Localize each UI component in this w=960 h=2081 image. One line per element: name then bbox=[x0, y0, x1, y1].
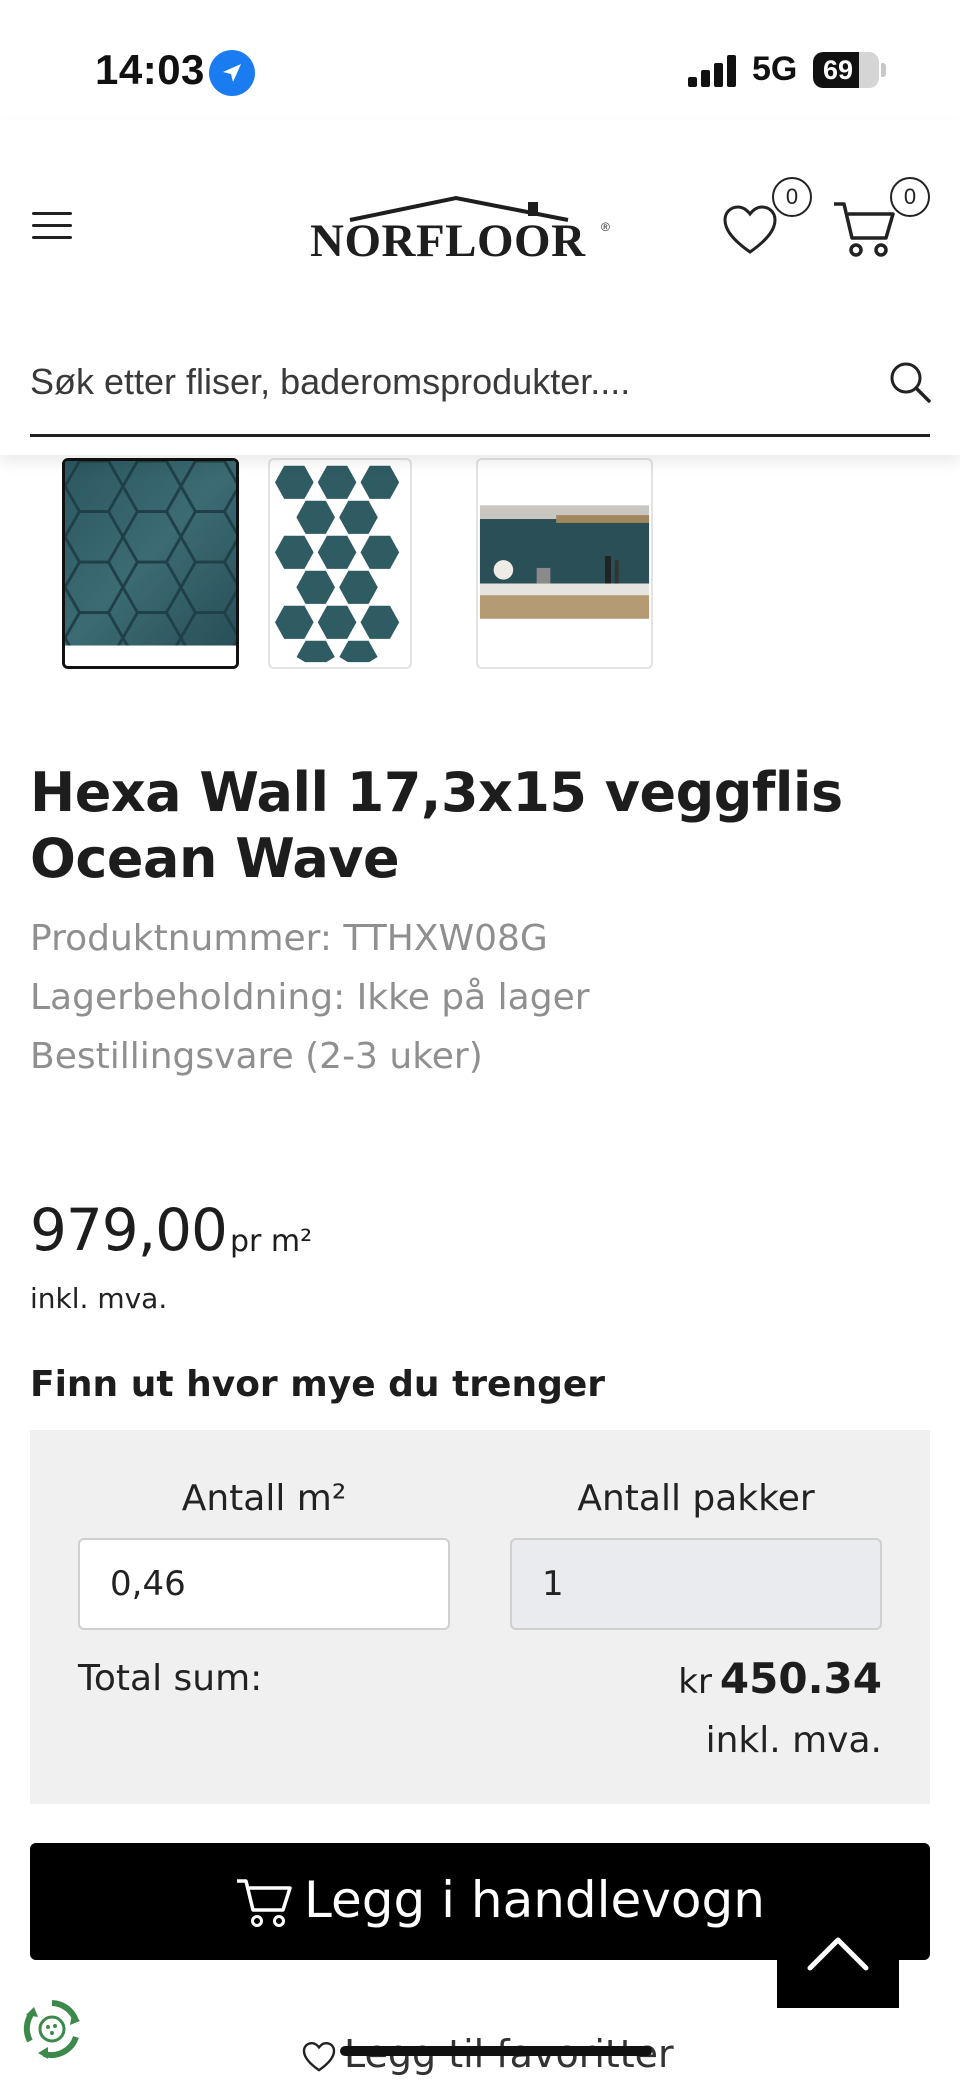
home-indicator bbox=[340, 2046, 652, 2056]
status-time: 14:03 bbox=[95, 46, 205, 93]
stock-status: Lagerbeholdning: Ikke på lager bbox=[30, 977, 590, 1018]
battery-percent: 69 bbox=[822, 55, 854, 85]
packages-label: Antall pakker bbox=[577, 1478, 815, 1519]
total-vat-note: inkl. mva. bbox=[705, 1720, 882, 1761]
hexagon-tile-sheet-image bbox=[272, 463, 402, 665]
area-input[interactable] bbox=[78, 1538, 450, 1630]
location-arrow-icon bbox=[209, 50, 255, 96]
status-bar: 14:03 5G 69 bbox=[0, 0, 960, 120]
cart-icon bbox=[237, 1879, 292, 1927]
add-to-cart-label: Legg i handlevogn bbox=[304, 1871, 765, 1929]
cart-icon[interactable] bbox=[832, 198, 896, 260]
heart-icon bbox=[302, 2041, 336, 2072]
search-icon[interactable] bbox=[888, 360, 932, 404]
hexagon-tile-closeup-image bbox=[65, 461, 236, 666]
scroll-to-top-button[interactable] bbox=[777, 1900, 899, 2008]
product-price: 979,00 bbox=[30, 1196, 228, 1264]
total-sum-label: Total sum: bbox=[78, 1658, 263, 1699]
recycle-icon[interactable] bbox=[18, 1995, 86, 2063]
logo-text: NORFLOOR bbox=[310, 215, 586, 267]
kitchen-backsplash-image bbox=[478, 460, 651, 667]
quantity-calculator: Antall m² Antall pakker Total sum: kr450… bbox=[30, 1430, 930, 1804]
calculator-heading: Finn ut hvor mye du trenger bbox=[30, 1364, 606, 1405]
logo-registered-mark: ® bbox=[601, 220, 610, 234]
signal-bars-icon bbox=[688, 55, 736, 87]
battery-icon: 69 bbox=[813, 52, 879, 88]
product-number: Produktnummer: TTHXW08G bbox=[30, 918, 548, 959]
total-amount: 450.34 bbox=[719, 1654, 882, 1703]
cart-count-badge: 0 bbox=[890, 177, 930, 217]
gallery-thumbnail-hexagon-closeup[interactable] bbox=[62, 458, 239, 669]
gallery-thumbnail-hexagon-sheet[interactable] bbox=[268, 458, 412, 669]
search-underline bbox=[30, 434, 930, 437]
network-label: 5G bbox=[752, 50, 798, 88]
packages-input[interactable] bbox=[510, 1538, 882, 1630]
area-label: Antall m² bbox=[181, 1478, 347, 1519]
heart-icon[interactable] bbox=[720, 200, 780, 260]
product-title: Hexa Wall 17,3x15 veggflis Ocean Wave bbox=[30, 761, 843, 890]
total-sum-value: kr 450.34 bbox=[678, 1654, 882, 1703]
favorites-count-badge: 0 bbox=[772, 177, 812, 217]
delivery-time: Bestillingsvare (2-3 uker) bbox=[30, 1036, 483, 1077]
norfloor-logo[interactable]: NORFLOOR ® bbox=[306, 192, 612, 267]
gallery-thumbnail-kitchen[interactable] bbox=[476, 458, 653, 669]
search-input[interactable] bbox=[30, 356, 880, 408]
chevron-up-icon bbox=[807, 1937, 869, 1971]
battery-cap bbox=[881, 63, 886, 77]
price-unit: pr m² bbox=[230, 1224, 313, 1259]
price-vat-note: inkl. mva. bbox=[30, 1282, 168, 1315]
menu-icon[interactable] bbox=[28, 200, 78, 250]
site-header: NORFLOOR ® 0 0 bbox=[0, 120, 960, 455]
total-currency: kr bbox=[678, 1662, 712, 1702]
